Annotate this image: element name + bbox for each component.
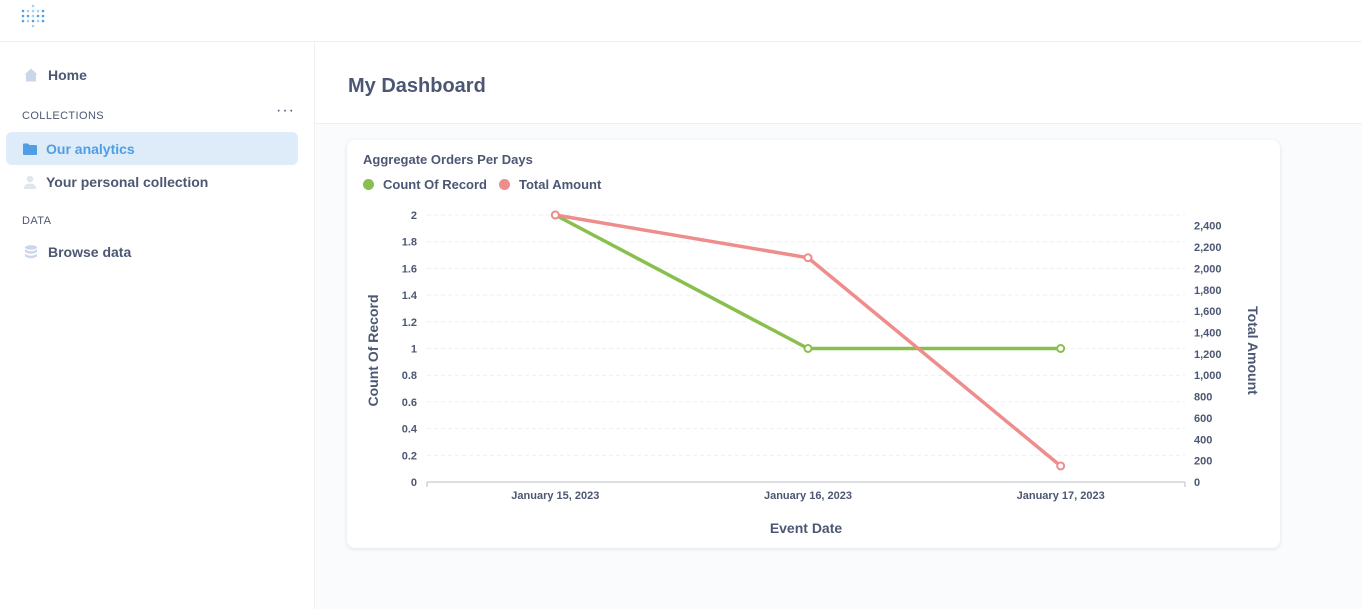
- collections-section-title: COLLECTIONS: [22, 110, 105, 122]
- right-tick-label: 2,000: [1194, 263, 1222, 275]
- sidebar-item-home[interactable]: Home: [6, 58, 298, 91]
- right-tick-label: 1,800: [1194, 285, 1222, 297]
- metabase-logo-icon[interactable]: [20, 2, 48, 32]
- sidebar-item-personal-collection[interactable]: Your personal collection: [6, 165, 298, 198]
- y-axis-title-right: Total Amount: [1245, 306, 1261, 395]
- series-line-count-of-record: [553, 213, 1063, 351]
- data-point: [803, 344, 813, 353]
- left-tick-label: 0.6: [402, 397, 417, 409]
- left-tick-label: 1.6: [402, 263, 417, 275]
- left-tick-label: 1.2: [402, 317, 417, 329]
- right-tick-label: 1,400: [1194, 327, 1222, 339]
- sidebar-item-label: Browse data: [48, 244, 132, 260]
- collections-more-icon[interactable]: ···: [276, 103, 294, 121]
- left-tick-label: 1: [411, 344, 417, 356]
- sidebar-item-our-analytics[interactable]: Our analytics: [6, 132, 298, 165]
- right-tick-label: 200: [1194, 456, 1212, 468]
- data-point: [550, 210, 560, 220]
- right-tick-label: 1,200: [1194, 349, 1222, 361]
- folder-icon: [22, 141, 38, 157]
- right-tick-label: 1,000: [1194, 370, 1222, 382]
- right-tick-label: 800: [1194, 392, 1212, 404]
- left-tick-label: 0.2: [402, 450, 417, 462]
- sidebar-item-label: Home: [48, 67, 87, 83]
- left-tick-label: 2: [411, 210, 417, 222]
- right-tick-label: 0: [1194, 477, 1200, 489]
- line-chart: 0 0.2 0.4 0.6 0.8 1 1.2 1.4 1.6 1.8 2 0 200 400 600 800…: [365, 210, 1261, 536]
- sidebar: Home COLLECTIONS ··· Our analytics Your …: [0, 42, 315, 609]
- data-point: [803, 253, 813, 263]
- data-point: [1056, 461, 1066, 471]
- left-tick-label: 1.8: [402, 237, 417, 249]
- home-icon: [23, 67, 39, 83]
- right-tick-label: 400: [1194, 434, 1212, 446]
- data-section-title: DATA: [22, 215, 52, 227]
- left-tick-label: 0.8: [402, 370, 417, 382]
- right-tick-label: 600: [1194, 413, 1212, 425]
- top-navbar: [0, 0, 1362, 42]
- sidebar-item-browse-data[interactable]: Browse data: [6, 235, 298, 268]
- left-tick-label: 0.4: [402, 424, 418, 436]
- database-icon: [23, 244, 39, 260]
- data-point: [1056, 344, 1066, 353]
- y-axis-title-left: Count Of Record: [365, 295, 381, 407]
- page-title: My Dashboard: [348, 75, 486, 97]
- left-tick-label: 0: [411, 477, 417, 489]
- right-tick-label: 1,600: [1194, 306, 1222, 318]
- sidebar-item-label: Your personal collection: [46, 174, 209, 190]
- dashboard-header: My Dashboard: [315, 42, 1362, 124]
- sidebar-item-label: Our analytics: [46, 141, 135, 157]
- right-tick-label: 2,200: [1194, 242, 1222, 254]
- dashboard-card[interactable]: Aggregate Orders Per Days Count Of Recor…: [347, 140, 1280, 548]
- main-content: My Dashboard Aggregate Orders Per Days C…: [315, 42, 1362, 609]
- x-axis-title: Event Date: [770, 520, 843, 536]
- person-icon: [22, 174, 38, 190]
- x-tick-label: January 15, 2023: [511, 490, 599, 502]
- x-tick-label: January 16, 2023: [764, 490, 852, 502]
- left-tick-label: 1.4: [402, 290, 418, 302]
- right-tick-label: 2,400: [1194, 221, 1222, 233]
- x-tick-label: January 17, 2023: [1017, 490, 1105, 502]
